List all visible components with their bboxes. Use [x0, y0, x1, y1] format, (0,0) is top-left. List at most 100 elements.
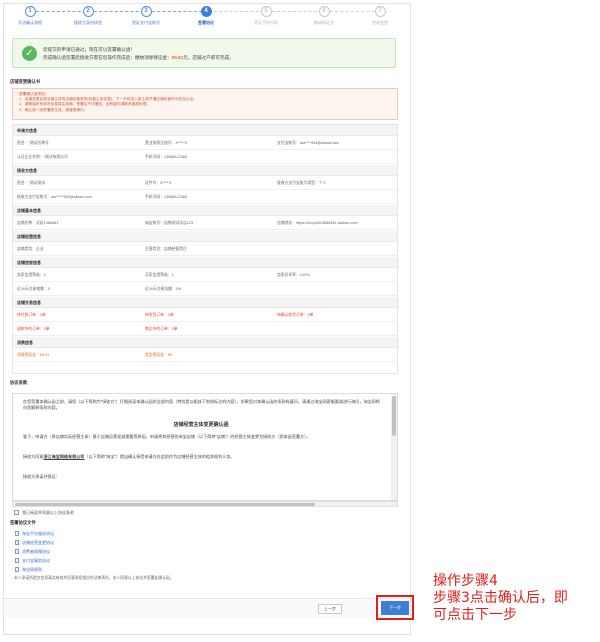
section-title-confirm: 店铺变更确认书 — [10, 79, 41, 84]
highlight-box — [376, 595, 414, 620]
cell: 店铺地址：https://shop3613888461.taobao.com — [277, 221, 358, 225]
table-row: 店铺类型：企业 主营类目：店铺经营类目 — [13, 242, 397, 256]
table-row: 店铺名称：试店1388461 淘宝账号：店铺测试试店123 店铺地址：https… — [13, 216, 397, 230]
cell: 类型保证金：¥0 — [145, 353, 173, 357]
agree-checkbox-label[interactable]: 我已阅读并同意以上协议条款 — [22, 510, 74, 516]
table-row: 待付款订单：0单 待发货订单：0单 待确认收货订单：0单 — [13, 308, 397, 322]
company-name: 浙江淘宝网络有限公司 — [43, 454, 85, 459]
cell: 手机号码：13588112365 — [145, 155, 187, 159]
info-table: 申请方信息 姓名：*测试名称号 营业执照注册号：3*****3 支付宝账号：at… — [12, 124, 398, 374]
cell: 店铺类型：企业 — [17, 247, 44, 251]
agree-checkbox[interactable] — [14, 510, 19, 515]
band-shop-credit: 店铺信誉信息 — [13, 257, 397, 268]
table-row: 认证企业名称：*测试有限公司 手机号码：13588112365 — [13, 150, 397, 164]
annotation-line: 步骤3点击确认后，即 — [433, 590, 568, 606]
horizontal-scrollbar[interactable] — [12, 501, 398, 507]
doc-link[interactable]: 淘宝平台服务协议 — [22, 531, 54, 537]
table-row: 姓名：*测试名称号 营业执照注册号：3*****3 支付宝账号：ata****3… — [13, 136, 397, 150]
table-row: 接收方支付宝账号：aw*****383@aliasd.com 手机号码：1358… — [13, 190, 397, 204]
step-2: 2 接收方身份核验 — [60, 6, 116, 26]
table-row: 卖家信用等级：0 买家信用等级：1 卖家好评率：100% — [13, 268, 397, 282]
step-1: 1 开店确认流程 — [2, 6, 58, 26]
step-label: 签署协议 — [198, 20, 214, 25]
footer-bar — [4, 598, 410, 618]
document-icon — [15, 549, 19, 554]
cell: 店铺名称：试店1388461 — [17, 221, 59, 225]
step-label: 验证支付宝账号 — [132, 20, 160, 25]
cell: 认证企业名称：*测试有限公司 — [17, 155, 68, 159]
step-3: 3 验证支付宝账号 — [118, 6, 174, 26]
annotation-text: 操作步骤4 步骤3点击确认后，即 可点击下一步 — [433, 573, 568, 624]
agreement-textbox[interactable]: 在您签署本确认函之前，请您（以下简称为“接收方”）仔细阅读本确认函的全部内容（特… — [12, 393, 398, 501]
cell: 近30天交易笔数：0 — [17, 287, 50, 291]
cell: 支付宝账号：ata****344@aliasd.com — [277, 141, 340, 145]
scrollbar-thumb[interactable] — [15, 503, 315, 506]
agreement-heading: 店铺经营主体变更确认函 — [173, 422, 229, 428]
cell: 证件号：3*****1 — [145, 181, 172, 185]
cell: 退款中的订单：0单 — [17, 327, 50, 331]
cell: 待付款订单：0单 — [17, 313, 46, 317]
cell: 姓名：*测试测试 — [17, 181, 46, 185]
step-number: 2 — [82, 6, 94, 17]
band-consumption: 消费信息 — [13, 337, 397, 348]
step-6: 6 缴纳保证金 — [296, 6, 352, 26]
step-7: 7 完成变更 — [352, 6, 408, 26]
band-applicant: 申请方信息 — [13, 125, 397, 136]
agreement-paragraph: 接收方同意浙江淘宝网络有限公司（以下简称“淘宝”）提出确认接受申请方在此前作为店… — [23, 454, 235, 459]
agreement-paragraph: 鉴于，申请方（原店铺实际经营主体）基于店铺运营发展需要等原因，申请将其经营的淘宝… — [23, 434, 311, 439]
table-row: 消保保证金：¥0.01 类型保证金：¥0 — [13, 348, 397, 362]
step-number: 5 — [260, 6, 272, 17]
prev-button[interactable]: 上一步 — [318, 604, 342, 614]
success-notice: ✓ 您提交的申请已通过，现在可以签署确认函！ 完成确认函签署后接收方需在您操作完… — [12, 38, 396, 68]
doc-link[interactable]: 店铺经营变更协议 — [22, 540, 54, 546]
document-icon — [15, 558, 19, 563]
agreement-paragraph: 接收方承诺并保证： — [23, 474, 60, 479]
band-shop-trade: 店铺交易信息 — [13, 297, 397, 308]
document-icon — [15, 567, 19, 572]
document-icon — [15, 540, 19, 545]
vertical-scrollbar[interactable] — [391, 394, 397, 500]
scrollbar-thumb[interactable] — [392, 396, 396, 436]
doc-link[interactable]: 消费者保障协议 — [22, 549, 50, 555]
step-number: 3 — [140, 6, 152, 17]
progress-stepper: 1 开店确认流程 2 接收方身份核验 3 验证支付宝账号 4 签署协议 5 验证… — [6, 6, 402, 36]
section-title-docs: 签署协议文件 — [10, 520, 36, 525]
doc-link[interactable]: 支付宝服务协议 — [22, 558, 50, 564]
footnote: 本人承诺所提交信息真实有效并愿意承担相应的法律责任，本人同意以上协议并签署此确认… — [14, 576, 174, 580]
cell: 买家信用等级：1 — [145, 273, 174, 277]
warning-line: 3、确认函一经签署即生效，请谨慎操作。 — [19, 107, 88, 112]
step-label: 完成变更 — [372, 20, 388, 25]
warning-box: 签署确认函须知： 1、店铺变更后原店铺主体的店铺经营资质(经营主体变更)，下一步… — [12, 88, 398, 120]
document-icon — [15, 531, 19, 536]
cell: 姓名：*测试名称号 — [17, 141, 49, 145]
cell: 接收方支付宝账号类型：个人 — [277, 181, 327, 185]
cell: 售后中的订单：0单 — [145, 327, 178, 331]
cell: 近30天交易金额：0% — [145, 287, 182, 291]
step-4-current: 4 签署协议 — [178, 6, 234, 26]
band-receiver: 接收方信息 — [13, 165, 397, 176]
cell: 卖家信用等级：0 — [17, 273, 46, 277]
cell: 淘宝账号：店铺测试试店123 — [145, 221, 194, 225]
annotation-line: 操作步骤4 — [433, 573, 498, 589]
step-number: 6 — [318, 6, 330, 17]
cell: 待发货订单：0单 — [145, 313, 174, 317]
cell: 待确认收货订单：0单 — [277, 313, 314, 317]
step-number: 7 — [374, 6, 386, 17]
step-label: 接收方身份核验 — [74, 20, 102, 25]
doc-link[interactable]: 淘宝网规则 — [22, 567, 42, 573]
step-label: 开店确认流程 — [18, 20, 42, 25]
step-number: 1 — [24, 6, 36, 17]
band-shop-business: 店铺经营信息 — [13, 231, 397, 242]
step-label: 缴纳保证金 — [314, 20, 334, 25]
table-row: 近30天交易笔数：0 近30天交易金额：0% — [13, 282, 397, 296]
deposit-amount: ¥0.01 — [171, 55, 184, 60]
cell: 消保保证金：¥0.01 — [17, 353, 50, 357]
cell: 接收方支付宝账号：aw*****383@aliasd.com — [17, 195, 92, 199]
step-5: 5 验证手机号码 — [238, 6, 294, 26]
annotation-line: 可点击下一步 — [433, 607, 517, 623]
cell: 营业执照注册号：3*****3 — [145, 141, 187, 145]
table-row: 退款中的订单：0单 售后中的订单：0单 — [13, 322, 397, 336]
notice-line-2: 完成确认函签署后接收方需在您操作完成后：缴纳消保保证金：¥0.01元，店铺过户即… — [43, 55, 234, 60]
cell: 手机号码：13588112365 — [145, 195, 187, 199]
section-title-agreement: 协议条款 — [10, 380, 28, 385]
